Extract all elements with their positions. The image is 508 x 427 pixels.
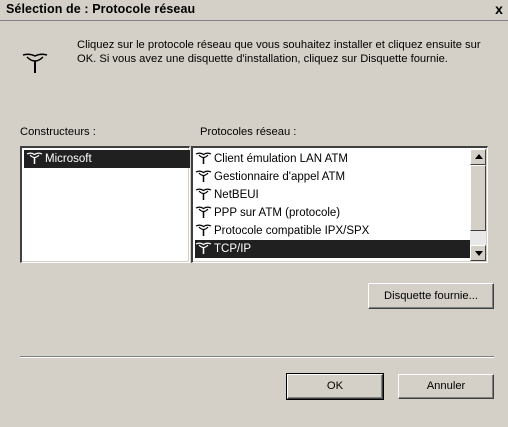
arrow-up-icon — [475, 154, 483, 159]
protocol-item-label: Gestionnaire d'appel ATM — [214, 171, 346, 183]
network-protocol-icon — [195, 188, 212, 200]
scroll-down-button[interactable] — [470, 245, 486, 261]
protocol-item-label: NetBEUI — [214, 189, 259, 201]
close-icon[interactable]: x — [492, 2, 506, 17]
network-protocol-icon — [195, 170, 212, 182]
network-protocol-icon — [22, 53, 48, 73]
manufacturers-list[interactable]: Microsoft — [20, 146, 190, 263]
protocols-scrollbar[interactable] — [470, 149, 486, 261]
network-protocol-icon — [26, 152, 43, 164]
protocol-item-label: Client émulation LAN ATM — [214, 153, 349, 165]
protocol-item[interactable]: PPP sur ATM (protocole) — [195, 204, 340, 222]
intro-text: Cliquez sur le protocole réseau que vous… — [77, 39, 481, 65]
ok-button[interactable]: OK — [286, 373, 384, 400]
protocol-item-label: TCP/IP — [214, 243, 252, 255]
title-bar[interactable]: Sélection de : Protocole réseau x — [0, 0, 508, 21]
protocol-item-label: Protocole compatible IPX/SPX — [214, 225, 370, 237]
protocol-item-selected[interactable]: TCP/IP — [195, 240, 471, 258]
protocol-item-label: PPP sur ATM (protocole) — [214, 207, 341, 219]
protocol-item[interactable]: NetBEUI — [195, 186, 259, 204]
network-protocol-icon — [195, 152, 212, 164]
network-protocol-icon — [195, 206, 212, 218]
protocols-list[interactable]: Client émulation LAN ATM Gestionnaire d'… — [191, 146, 488, 263]
arrow-down-icon — [475, 251, 483, 256]
window-title: Sélection de : Protocole réseau — [6, 2, 196, 16]
manufacturers-label: Constructeurs : — [20, 126, 96, 138]
have-disk-button[interactable]: Disquette fournie... — [368, 283, 494, 309]
protocol-item[interactable]: Gestionnaire d'appel ATM — [195, 168, 345, 186]
network-protocol-icon — [195, 242, 212, 254]
separator — [20, 356, 494, 358]
cancel-button[interactable]: Annuler — [398, 374, 494, 399]
protocol-item[interactable]: Protocole compatible IPX/SPX — [195, 222, 369, 240]
manufacturer-item-label: Microsoft — [45, 153, 92, 165]
protocols-label: Protocoles réseau : — [200, 126, 297, 138]
protocol-selection-dialog: Sélection de : Protocole réseau x Clique… — [0, 0, 508, 427]
scroll-up-button[interactable] — [470, 149, 486, 165]
network-protocol-icon — [195, 224, 212, 236]
scroll-thumb[interactable] — [470, 165, 486, 231]
manufacturer-item-microsoft[interactable]: Microsoft — [24, 150, 190, 168]
protocol-item[interactable]: Client émulation LAN ATM — [195, 150, 348, 168]
